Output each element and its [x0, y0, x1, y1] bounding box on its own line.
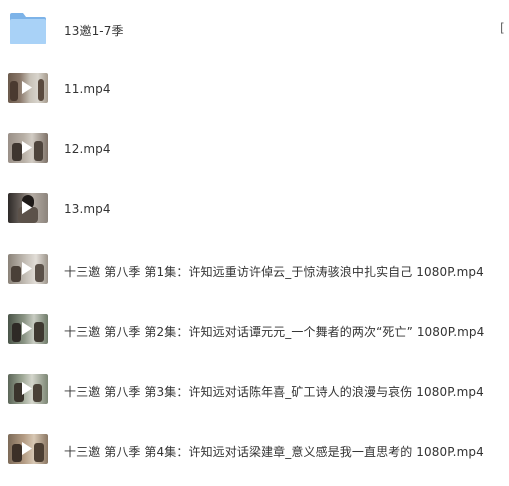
folder-icon: [10, 13, 46, 44]
file-row[interactable]: 十三邀 第八季 第1集：许知远重访许倬云_于惊涛骇浪中扎实自己 1080P.mp…: [0, 238, 509, 298]
play-icon: [22, 141, 32, 154]
file-name: 13邀1-7季: [64, 24, 124, 38]
video-thumbnail: [8, 73, 48, 103]
play-icon: [22, 442, 32, 455]
file-row[interactable]: 11.mp4: [0, 58, 509, 118]
play-icon: [22, 382, 32, 395]
video-thumbnail: [8, 254, 48, 284]
play-icon: [22, 322, 32, 335]
file-row[interactable]: 十三邀 第八季 第2集：许知远对话谭元元_一个舞者的两次“死亡” 1080P.m…: [0, 298, 509, 358]
play-icon: [22, 81, 32, 94]
play-icon: [22, 201, 32, 214]
file-list: 13邀1-7季 [ 11.mp4 12.mp4 13.mp4 十三邀 第八季 第…: [0, 0, 509, 486]
play-icon: [22, 262, 32, 275]
file-row[interactable]: 13.mp4: [0, 178, 509, 238]
video-thumbnail: [8, 374, 48, 404]
file-name: 十三邀 第八季 第1集：许知远重访许倬云_于惊涛骇浪中扎实自己 1080P.mp…: [64, 265, 484, 279]
file-row[interactable]: 12.mp4: [0, 118, 509, 178]
video-thumbnail: [8, 434, 48, 464]
folder-row[interactable]: 13邀1-7季 [: [0, 0, 509, 60]
file-name: 13.mp4: [64, 202, 111, 216]
file-name: 十三邀 第八季 第4集：许知远对话梁建章_意义感是我一直思考的 1080P.mp…: [64, 445, 484, 459]
file-row[interactable]: 十三邀 第八季 第3集：许知远对话陈年喜_矿工诗人的浪漫与哀伤 1080P.mp…: [0, 358, 509, 418]
file-name: 12.mp4: [64, 142, 111, 156]
video-thumbnail: [8, 314, 48, 344]
more-icon[interactable]: [: [500, 21, 505, 35]
file-name: 十三邀 第八季 第2集：许知远对话谭元元_一个舞者的两次“死亡” 1080P.m…: [64, 325, 485, 339]
file-name: 十三邀 第八季 第3集：许知远对话陈年喜_矿工诗人的浪漫与哀伤 1080P.mp…: [64, 385, 484, 399]
file-name: 11.mp4: [64, 82, 111, 96]
file-row[interactable]: 十三邀 第八季 第4集：许知远对话梁建章_意义感是我一直思考的 1080P.mp…: [0, 418, 509, 478]
video-thumbnail: [8, 133, 48, 163]
video-thumbnail: [8, 193, 48, 223]
